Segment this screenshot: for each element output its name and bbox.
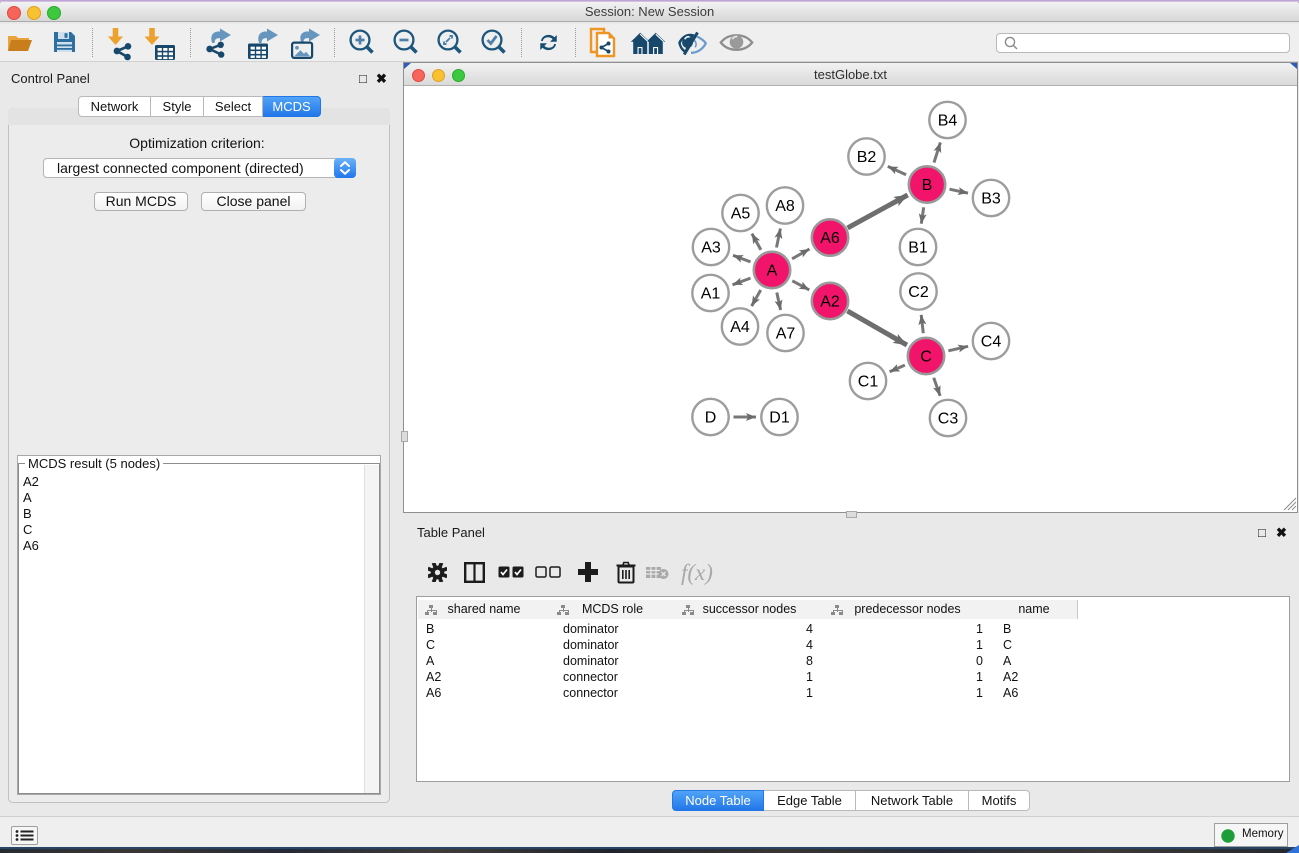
svg-text:B3: B3 <box>981 191 1001 208</box>
svg-text:B1: B1 <box>908 240 928 257</box>
svg-text:C1: C1 <box>858 374 879 391</box>
svg-text:B: B <box>922 177 933 194</box>
svg-text:A5: A5 <box>731 206 751 223</box>
svg-text:A: A <box>767 263 778 280</box>
svg-text:C4: C4 <box>981 334 1002 351</box>
svg-text:C3: C3 <box>938 411 959 428</box>
svg-text:A2: A2 <box>820 294 840 311</box>
svg-text:A8: A8 <box>775 198 795 215</box>
svg-text:A1: A1 <box>701 286 721 303</box>
svg-text:A6: A6 <box>820 230 840 247</box>
svg-text:C: C <box>920 349 932 366</box>
svg-text:A7: A7 <box>776 326 796 343</box>
svg-text:D1: D1 <box>769 410 790 427</box>
svg-text:C2: C2 <box>908 284 929 301</box>
svg-text:D: D <box>705 410 717 427</box>
svg-text:A4: A4 <box>730 319 750 336</box>
svg-text:B2: B2 <box>857 149 877 166</box>
svg-text:B4: B4 <box>938 113 958 130</box>
svg-text:A3: A3 <box>701 240 721 257</box>
